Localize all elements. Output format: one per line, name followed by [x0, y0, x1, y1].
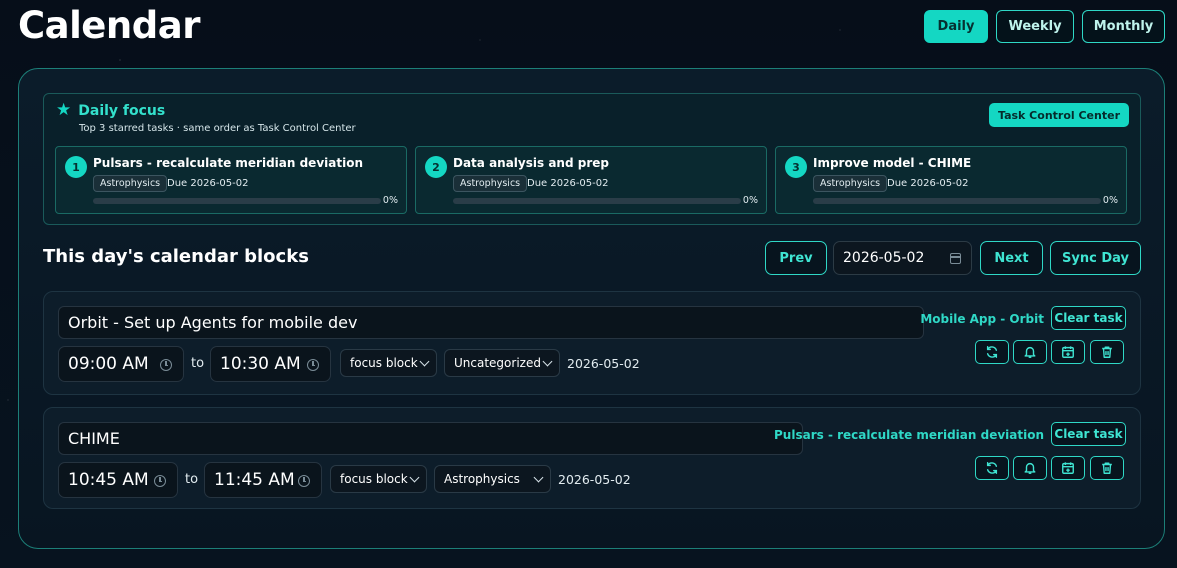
focus-card-percent: 0%	[1102, 195, 1118, 206]
sync-button[interactable]	[975, 340, 1009, 364]
bell-icon	[1024, 462, 1036, 474]
end-time-value: 10:30 AM	[220, 354, 301, 374]
trash-icon	[1102, 346, 1112, 358]
weekly-view-button[interactable]: Weekly	[996, 10, 1074, 43]
start-time-input[interactable]: 09:00 AM	[58, 346, 184, 382]
view-switch: Daily Weekly Monthly	[924, 10, 1165, 43]
block-type-select[interactable]: focus block	[330, 465, 427, 493]
focus-card-title: Pulsars - recalculate meridian deviation	[93, 156, 363, 170]
linked-task-link[interactable]: Pulsars - recalculate meridian deviation	[774, 428, 1044, 442]
block-title-input[interactable]: Orbit - Set up Agents for mobile dev	[58, 306, 924, 339]
star-icon: ★	[56, 100, 72, 120]
linked-task-link[interactable]: Mobile App - Orbit	[920, 312, 1044, 326]
clock-icon[interactable]	[298, 475, 310, 487]
sync-button[interactable]	[975, 456, 1009, 480]
schedule-button[interactable]	[1051, 340, 1085, 364]
reminder-button[interactable]	[1013, 340, 1047, 364]
calendar-plus-icon	[1062, 462, 1074, 474]
clock-icon[interactable]	[307, 359, 319, 371]
calendar-plus-icon	[1062, 346, 1074, 358]
time-separator: to	[191, 356, 205, 371]
block-type-value: focus block	[350, 356, 418, 370]
focus-card-due: Due 2026-05-02	[887, 178, 969, 189]
category-select[interactable]: Uncategorized	[444, 349, 560, 377]
task-control-center-button[interactable]: Task Control Center	[988, 103, 1129, 127]
page-title: Calendar	[18, 4, 200, 47]
reminder-button[interactable]	[1013, 456, 1047, 480]
focus-card-percent: 0%	[742, 195, 758, 206]
daily-view-button[interactable]: Daily	[924, 10, 988, 43]
focus-card[interactable]: 2 Data analysis and prep Astrophysics Du…	[415, 146, 767, 214]
monthly-view-button[interactable]: Monthly	[1082, 10, 1165, 43]
calendar-block: Orbit - Set up Agents for mobile dev 09:…	[43, 291, 1141, 395]
category-value: Uncategorized	[454, 356, 541, 370]
focus-card-title: Improve model - CHIME	[813, 156, 972, 170]
end-time-value: 11:45 AM	[214, 470, 295, 490]
chevron-down-icon	[533, 472, 544, 483]
chevron-down-icon	[419, 356, 430, 367]
focus-progress-bar	[813, 198, 1101, 204]
clock-icon[interactable]	[154, 475, 166, 487]
next-day-button[interactable]: Next	[980, 241, 1043, 275]
daily-focus-header: ★ Daily focus	[56, 102, 165, 119]
clock-icon[interactable]	[160, 359, 172, 371]
block-date: 2026-05-02	[567, 356, 640, 371]
calendar-panel: ★ Daily focus Top 3 starred tasks · same…	[18, 68, 1165, 549]
sync-icon	[986, 346, 998, 358]
focus-card-due: Due 2026-05-02	[167, 178, 249, 189]
daily-focus-title: Daily focus	[78, 102, 166, 119]
focus-card-title: Data analysis and prep	[453, 156, 609, 170]
focus-rank-badge: 1	[65, 156, 87, 178]
blocks-section-title: This day's calendar blocks	[43, 246, 309, 267]
clear-task-button[interactable]: Clear task	[1051, 306, 1126, 330]
block-type-select[interactable]: focus block	[340, 349, 437, 377]
focus-card-tag: Astrophysics	[453, 175, 528, 192]
focus-card-due: Due 2026-05-02	[527, 178, 609, 189]
focus-rank-badge: 3	[785, 156, 807, 178]
end-time-input[interactable]: 11:45 AM	[204, 462, 322, 498]
chevron-down-icon	[542, 356, 553, 367]
trash-icon	[1102, 462, 1112, 474]
focus-card-tag: Astrophysics	[93, 175, 168, 192]
schedule-button[interactable]	[1051, 456, 1085, 480]
focus-card-percent: 0%	[382, 195, 398, 206]
focus-progress-bar	[93, 198, 381, 204]
daily-focus-subtitle: Top 3 starred tasks · same order as Task…	[79, 123, 356, 134]
prev-day-button[interactable]: Prev	[765, 241, 827, 275]
category-select[interactable]: Astrophysics	[434, 465, 551, 493]
chevron-down-icon	[409, 472, 420, 483]
focus-card[interactable]: 1 Pulsars - recalculate meridian deviati…	[55, 146, 407, 214]
end-time-input[interactable]: 10:30 AM	[210, 346, 331, 382]
block-title-input[interactable]: CHIME	[58, 422, 803, 455]
delete-block-button[interactable]	[1090, 456, 1124, 480]
category-value: Astrophysics	[444, 472, 520, 486]
sync-day-button[interactable]: Sync Day	[1050, 241, 1141, 275]
block-date: 2026-05-02	[558, 472, 631, 487]
delete-block-button[interactable]	[1090, 340, 1124, 364]
start-time-input[interactable]: 10:45 AM	[58, 462, 178, 498]
focus-rank-badge: 2	[425, 156, 447, 178]
day-date-value: 2026-05-02	[843, 250, 925, 266]
calendar-block: CHIME 10:45 AM to 11:45 AM focus block A…	[43, 407, 1141, 509]
clear-task-button[interactable]: Clear task	[1051, 422, 1126, 446]
daily-focus-panel: ★ Daily focus Top 3 starred tasks · same…	[43, 93, 1141, 225]
start-time-value: 10:45 AM	[68, 470, 149, 490]
time-separator: to	[185, 472, 199, 487]
calendar-icon[interactable]	[950, 253, 961, 264]
sync-icon	[986, 462, 998, 474]
focus-card[interactable]: 3 Improve model - CHIME Astrophysics Due…	[775, 146, 1127, 214]
focus-card-tag: Astrophysics	[813, 175, 888, 192]
bell-icon	[1024, 346, 1036, 358]
start-time-value: 09:00 AM	[68, 354, 149, 374]
focus-progress-bar	[453, 198, 741, 204]
block-type-value: focus block	[340, 472, 408, 486]
day-date-input[interactable]: 2026-05-02	[833, 241, 972, 275]
